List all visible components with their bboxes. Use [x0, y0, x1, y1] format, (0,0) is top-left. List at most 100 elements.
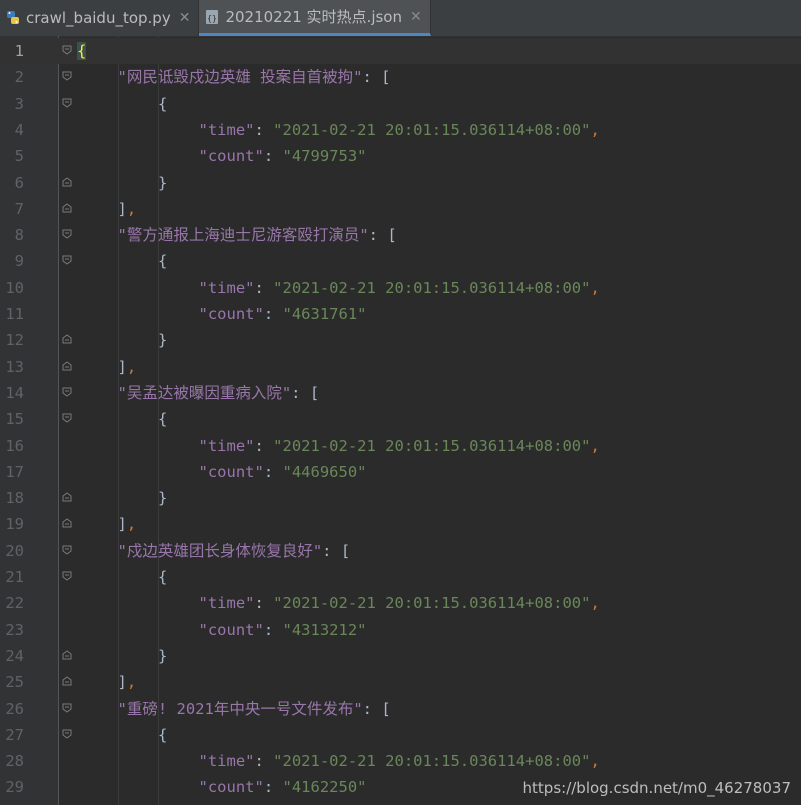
line-number: 27 [5, 725, 24, 744]
code-line[interactable]: 22 "time": "2021-02-21 20:01:15.036114+08… [0, 590, 801, 616]
code-token: "count" [198, 778, 264, 797]
fold-open-icon[interactable] [62, 255, 72, 266]
code-text: "time": "2021-02-21 20:01:15.036114+08:0… [199, 117, 600, 143]
editor-tab-bar: crawl_baidu_top.py ✕ {} 20210221 实时热点.js… [0, 0, 801, 37]
code-line[interactable]: 24} [0, 643, 801, 669]
code-token: "count" [198, 305, 264, 323]
code-text: "戍边英雄团长身体恢复良好": [ [118, 538, 351, 564]
code-line[interactable]: 19], [0, 511, 801, 537]
code-token: "time" [198, 594, 255, 613]
code-token: "time" [198, 436, 255, 455]
code-line[interactable]: 1{ [0, 38, 801, 64]
code-line[interactable]: 11 "count": "4631761" [0, 301, 801, 327]
code-line[interactable]: 5 "count": "4799753" [0, 143, 801, 169]
code-token: , [590, 120, 600, 139]
code-text: ], [118, 354, 137, 380]
close-icon[interactable]: ✕ [410, 9, 422, 25]
line-number: 15 [5, 410, 24, 429]
line-number: 23 [5, 620, 24, 639]
code-token: : [ [291, 383, 320, 402]
line-number: 28 [5, 752, 24, 771]
code-token: "警方通报上海迪士尼游客殴打演员" [117, 226, 369, 245]
code-token: : [254, 278, 274, 297]
fold-open-icon[interactable] [62, 413, 72, 423]
code-line[interactable]: 14 "吴孟达被曝因重病入院": [ [0, 380, 801, 406]
code-line[interactable]: 6} [0, 170, 801, 196]
code-line[interactable]: 2 "网民诋毁戍边英雄 投案自首被拘": [ [0, 64, 801, 90]
fold-open-icon[interactable] [62, 98, 72, 108]
code-line[interactable]: 9{ [0, 248, 801, 274]
fold-open-icon[interactable] [62, 545, 72, 555]
fold-close-icon[interactable] [62, 203, 72, 213]
line-number: 17 [5, 462, 24, 481]
code-line[interactable]: 26 "重磅! 2021年中央一号文件发布": [ [0, 696, 801, 722]
code-token: { [77, 42, 87, 60]
code-line[interactable]: 25], [0, 669, 801, 695]
code-token: : [ [362, 699, 391, 718]
code-token: , [590, 752, 600, 771]
code-text: ], [118, 196, 137, 222]
fold-close-icon[interactable] [62, 650, 72, 660]
code-line[interactable]: 16 "time": "2021-02-21 20:01:15.036114+08… [0, 433, 801, 459]
fold-close-icon[interactable] [62, 676, 72, 686]
watermark: https://blog.csdn.net/m0_46278037 [522, 779, 791, 797]
code-text: { [158, 406, 167, 432]
line-number: 4 [14, 120, 24, 139]
code-token: "time" [198, 278, 255, 297]
code-editor[interactable]: 1{2 "网民诋毁戍边英雄 投案自首被拘": [3{4 "time": "2021-… [0, 36, 801, 805]
fold-open-icon[interactable] [62, 729, 72, 739]
code-token: "2021-02-21 20:01:15.036114+08:00" [273, 752, 591, 771]
code-text: "time": "2021-02-21 20:01:15.036114+08:0… [199, 748, 600, 774]
code-text: { [158, 91, 167, 117]
code-line[interactable]: 3{ [0, 91, 801, 117]
code-token: "4162250" [282, 778, 367, 797]
code-token: "time" [198, 120, 255, 139]
fold-open-icon[interactable] [62, 45, 72, 55]
line-number: 12 [5, 331, 24, 350]
code-token: } [158, 173, 168, 192]
tab-hot-topics-json[interactable]: {} 20210221 实时热点.json ✕ [199, 0, 431, 36]
code-text: { [158, 564, 167, 590]
code-token: : [263, 462, 283, 481]
code-line[interactable]: 4 "time": "2021-02-21 20:01:15.036114+08:… [0, 117, 801, 143]
code-line[interactable]: 30} [0, 801, 801, 805]
code-line[interactable]: 13], [0, 354, 801, 380]
code-line[interactable]: 15 { [0, 406, 801, 432]
close-icon[interactable]: ✕ [179, 10, 191, 26]
code-line[interactable]: 8 "警方通报上海迪士尼游客殴打演员": [ [0, 222, 801, 248]
code-line[interactable]: 18} [0, 485, 801, 511]
fold-open-icon[interactable] [62, 71, 72, 81]
code-token: "count" [198, 147, 264, 166]
code-token: ] [117, 515, 127, 534]
code-text: ], [118, 511, 137, 537]
code-token: { [158, 410, 168, 429]
line-number: 3 [14, 94, 24, 113]
code-text: } [158, 170, 167, 196]
code-line[interactable]: 17 "count": "4469650" [0, 459, 801, 485]
fold-close-icon[interactable] [62, 334, 72, 344]
code-text: { [77, 38, 87, 64]
code-token: : [ [322, 541, 351, 560]
fold-open-icon[interactable] [62, 387, 72, 397]
code-line[interactable]: 28 "time": "2021-02-21 20:01:15.036114+08… [0, 748, 801, 774]
code-token: , [590, 436, 600, 455]
code-line[interactable]: 27 { [0, 722, 801, 748]
code-token: { [158, 252, 168, 271]
fold-close-icon[interactable] [62, 176, 72, 187]
fold-open-icon[interactable] [62, 229, 72, 239]
fold-open-icon[interactable] [62, 571, 72, 581]
code-text: "吴孟达被曝因重病入院": [ [118, 380, 320, 406]
code-line[interactable]: 20 "戍边英雄团长身体恢复良好": [ [0, 538, 801, 564]
tab-crawl-baidu-top[interactable]: crawl_baidu_top.py ✕ [0, 0, 200, 36]
code-line[interactable]: 21 { [0, 564, 801, 590]
code-line[interactable]: 10 "time": "2021-02-21 20:01:15.036114+08… [0, 275, 801, 301]
code-line[interactable]: 23 "count": "4313212" [0, 617, 801, 643]
fold-close-icon[interactable] [62, 518, 72, 528]
tab-label: 20210221 实时热点.json [225, 8, 402, 26]
fold-close-icon[interactable] [62, 492, 72, 502]
code-line[interactable]: 7], [0, 196, 801, 222]
code-token: : [263, 147, 283, 166]
fold-open-icon[interactable] [62, 703, 72, 713]
fold-close-icon[interactable] [62, 360, 72, 371]
code-line[interactable]: 12} [0, 327, 801, 353]
